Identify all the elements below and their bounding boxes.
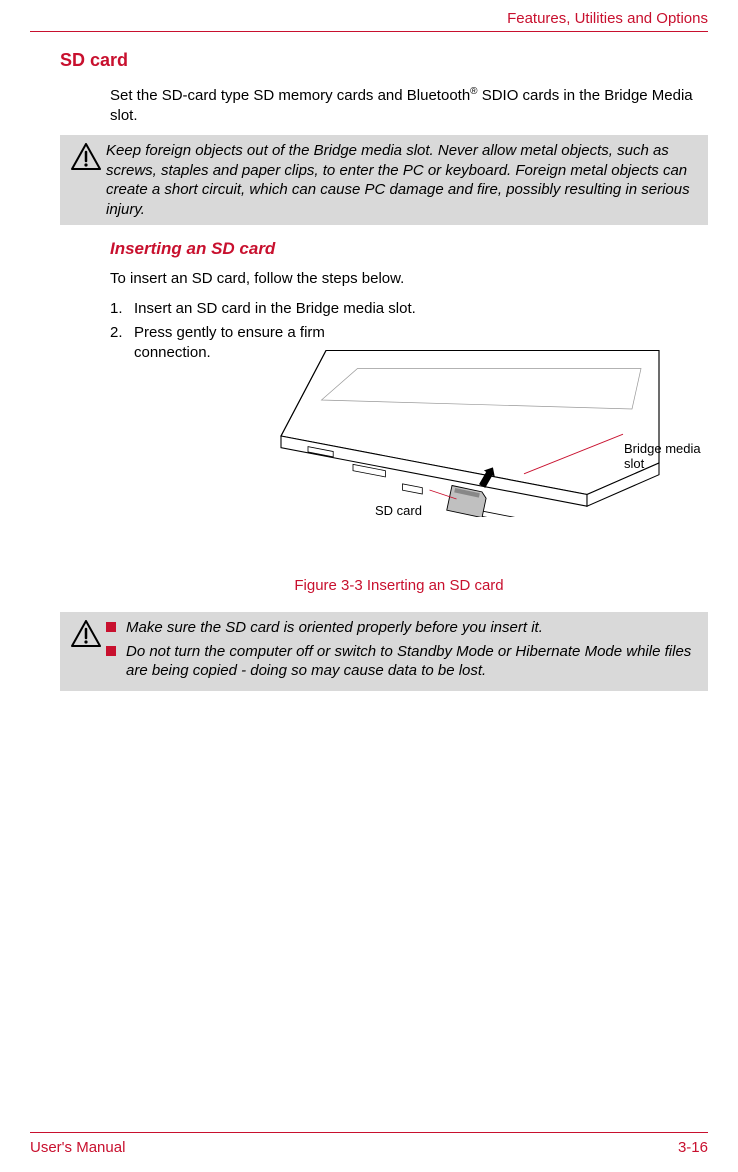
laptop-svg [250,337,690,517]
section-intro: Set the SD-card type SD memory cards and… [110,85,698,125]
callout-sd-card: SD card [375,503,422,518]
step-item: Insert an SD card in the Bridge media sl… [110,299,698,319]
warning-list-2: Make sure the SD card is oriented proper… [106,618,698,681]
warning-item: Make sure the SD card is oriented proper… [106,618,698,638]
intro-part-a: Set the SD-card type SD memory cards and… [110,87,470,104]
bullet-icon [106,646,116,656]
chapter-title: Features, Utilities and Options [30,10,708,27]
header-rule [30,31,708,32]
warning-box-1: Keep foreign objects out of the Bridge m… [60,135,708,225]
footer-left: User's Manual [30,1139,125,1156]
callout-bridge-slot: Bridge media slot [624,441,708,471]
warning-item-text: Make sure the SD card is oriented proper… [126,618,543,638]
warning-item: Do not turn the computer off or switch t… [106,642,698,681]
footer-right: 3-16 [678,1139,708,1156]
warning-item-text: Do not turn the computer off or switch t… [126,642,698,681]
warning-box-2: Make sure the SD card is oriented proper… [60,612,708,691]
figure-illustration: SD card Bridge media slot [110,337,708,557]
registered-mark: ® [470,86,477,97]
bullet-icon [106,622,116,632]
subsection-intro: To insert an SD card, follow the steps b… [110,269,698,289]
figure-caption: Figure 3-3 Inserting an SD card [90,577,708,594]
step-text: Insert an SD card in the Bridge media sl… [134,299,698,319]
caution-icon [66,143,106,171]
page-footer: User's Manual 3-16 [30,1132,708,1156]
warning-text-1: Keep foreign objects out of the Bridge m… [106,141,698,219]
caution-icon [66,620,106,648]
section-heading: SD card [60,50,708,71]
subsection-heading: Inserting an SD card [110,239,708,259]
footer-rule [30,1132,708,1133]
